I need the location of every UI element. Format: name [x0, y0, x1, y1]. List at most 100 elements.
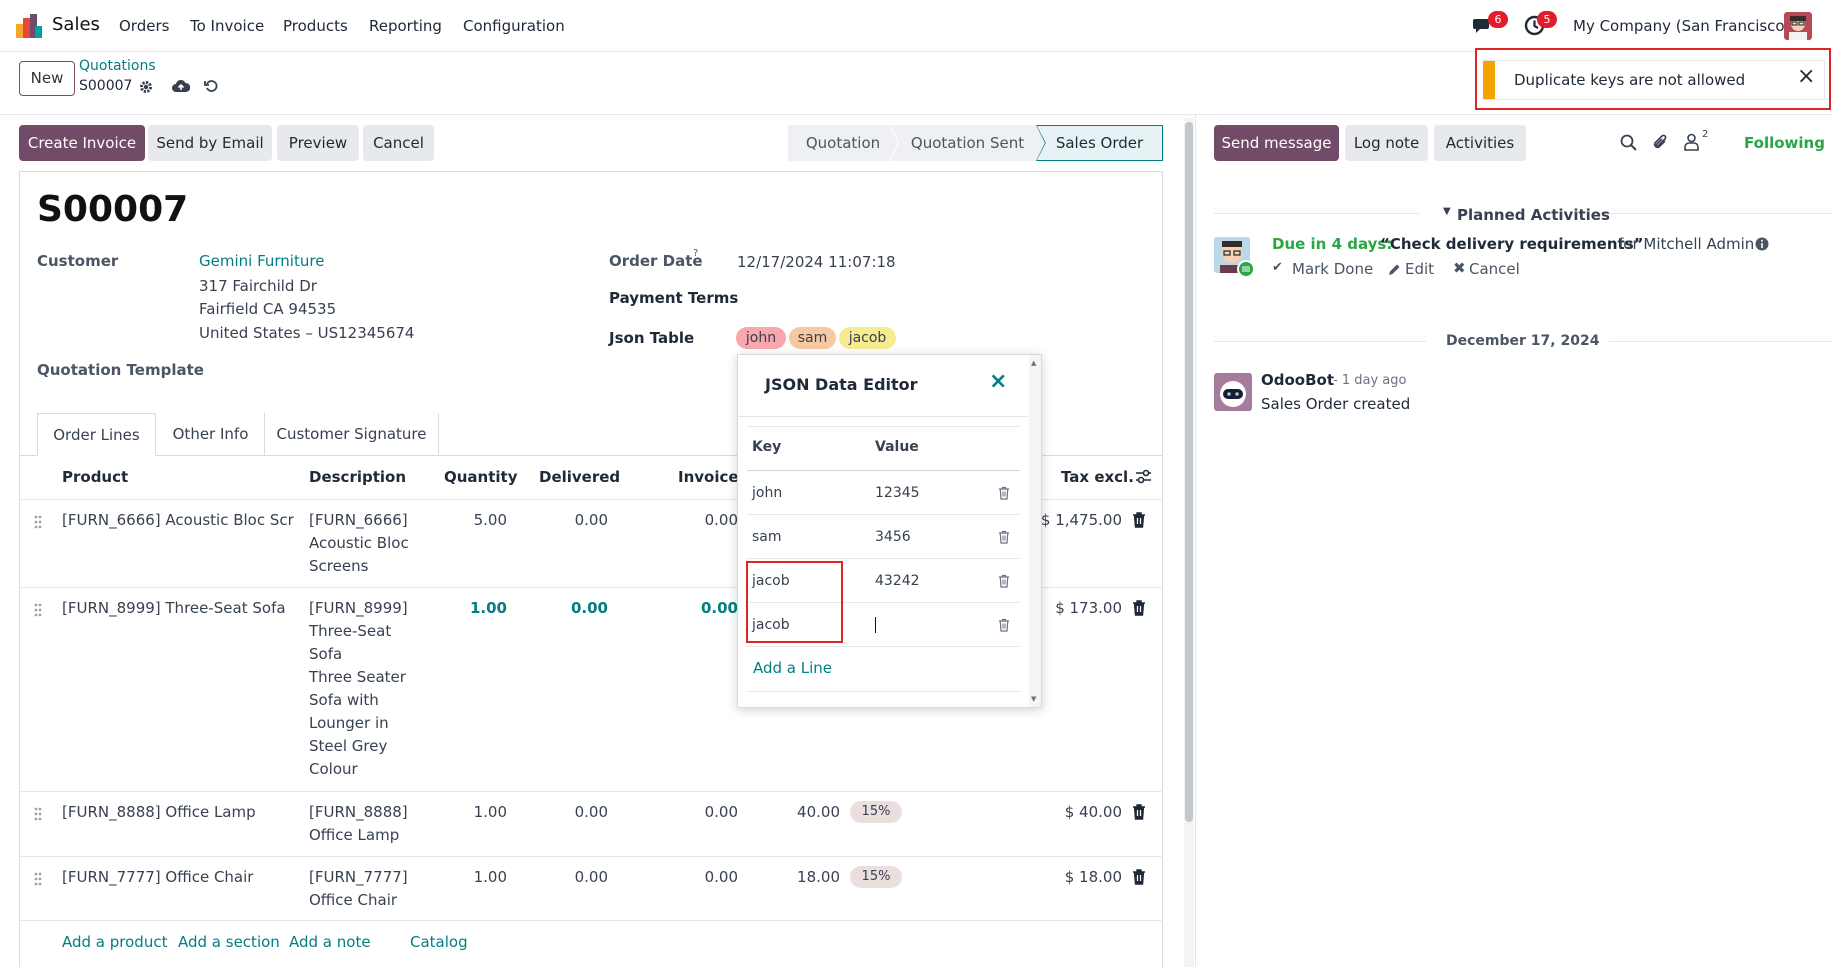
- trash-icon[interactable]: [998, 530, 1010, 544]
- row4-tax-tag[interactable]: 15%: [850, 866, 902, 888]
- col-product[interactable]: Product: [62, 468, 128, 486]
- col-tax-excl[interactable]: Tax excl.: [1061, 468, 1134, 486]
- json-tag-sam[interactable]: sam: [789, 327, 836, 349]
- tab-customer-signature[interactable]: Customer Signature: [265, 413, 439, 456]
- drag-handle-icon[interactable]: [33, 871, 43, 887]
- trash-icon[interactable]: [1132, 600, 1146, 616]
- row1-product[interactable]: [FURN_6666] Acoustic Bloc Scr…: [62, 509, 294, 532]
- json-row2-value[interactable]: 3456: [875, 526, 911, 549]
- add-product-link[interactable]: Add a product: [62, 933, 167, 951]
- row2-description-6[interactable]: Lounger in: [309, 712, 389, 735]
- following-button[interactable]: Following: [1744, 134, 1825, 152]
- user-avatar[interactable]: [1784, 12, 1812, 40]
- row3-invoiced[interactable]: 0.00: [670, 801, 738, 824]
- row1-delivered[interactable]: 0.00: [540, 509, 608, 532]
- row3-tax-tag[interactable]: 15%: [850, 801, 902, 823]
- stage-quotation-sent[interactable]: Quotation Sent: [890, 125, 1045, 161]
- json-row2-key[interactable]: sam: [752, 526, 782, 549]
- trash-icon[interactable]: [998, 618, 1010, 632]
- json-add-line-link[interactable]: Add a Line: [753, 659, 832, 677]
- catalog-link[interactable]: Catalog: [410, 933, 468, 951]
- row2-description-1[interactable]: [FURN_8999]: [309, 597, 408, 620]
- form-scrollbar-thumb[interactable]: [1185, 122, 1193, 822]
- drag-handle-icon[interactable]: [33, 602, 43, 618]
- gear-icon[interactable]: [139, 80, 153, 94]
- cancel-activity-link[interactable]: Cancel: [1469, 260, 1520, 278]
- activities-button[interactable]: Activities: [1434, 125, 1526, 161]
- row1-description-1[interactable]: [FURN_6666]: [309, 509, 408, 532]
- odoo-apps-icon[interactable]: [16, 14, 42, 38]
- trash-icon[interactable]: [1132, 869, 1146, 885]
- breadcrumb-quotations[interactable]: Quotations: [79, 58, 156, 74]
- row4-quantity[interactable]: 1.00: [440, 866, 507, 889]
- row1-description-2[interactable]: Acoustic Bloc: [309, 532, 409, 555]
- row4-description-1[interactable]: [FURN_7777]: [309, 866, 408, 889]
- trash-icon[interactable]: [998, 574, 1010, 588]
- send-by-email-button[interactable]: Send by Email: [148, 125, 272, 161]
- log-note-button[interactable]: Log note: [1345, 125, 1428, 161]
- message-author[interactable]: OdooBot: [1261, 371, 1334, 389]
- planned-activities-title[interactable]: Planned Activities: [1457, 206, 1610, 224]
- send-message-button[interactable]: Send message: [1214, 125, 1339, 161]
- order-date-value[interactable]: 12/17/2024 11:07:18: [737, 251, 896, 274]
- tab-order-lines[interactable]: Order Lines: [37, 413, 156, 456]
- row2-product[interactable]: [FURN_8999] Three-Seat Sofa: [62, 597, 286, 620]
- json-row3-value[interactable]: 43242: [875, 570, 920, 593]
- trash-icon[interactable]: [1132, 512, 1146, 528]
- company-switcher[interactable]: My Company (San Francisco): [1573, 17, 1790, 35]
- row1-quantity[interactable]: 5.00: [440, 509, 507, 532]
- row2-description-3[interactable]: Sofa: [309, 643, 342, 666]
- row2-quantity[interactable]: 1.00: [440, 597, 507, 620]
- row2-delivered[interactable]: 0.00: [540, 597, 608, 620]
- menu-orders[interactable]: Orders: [119, 17, 169, 35]
- save-cloud-icon[interactable]: [172, 79, 190, 93]
- info-icon[interactable]: [1755, 237, 1769, 251]
- json-row1-key[interactable]: john: [752, 482, 782, 505]
- drag-handle-icon[interactable]: [33, 806, 43, 822]
- col-description[interactable]: Description: [309, 468, 406, 486]
- menu-configuration[interactable]: Configuration: [463, 17, 565, 35]
- row2-description-5[interactable]: Sofa with: [309, 689, 379, 712]
- row2-description-8[interactable]: Colour: [309, 758, 358, 781]
- menu-reporting[interactable]: Reporting: [369, 17, 442, 35]
- menu-products[interactable]: Products: [283, 17, 348, 35]
- row2-description-2[interactable]: Three-Seat: [309, 620, 391, 643]
- row3-description-1[interactable]: [FURN_8888]: [309, 801, 408, 824]
- toast-close-button[interactable]: ×: [1797, 64, 1815, 89]
- row1-description-3[interactable]: Screens: [309, 555, 368, 578]
- popup-scrollbar[interactable]: [1029, 355, 1041, 707]
- menu-to-invoice[interactable]: To Invoice: [190, 17, 264, 35]
- row3-product[interactable]: [FURN_8888] Office Lamp: [62, 801, 256, 824]
- optional-columns-icon[interactable]: [1135, 469, 1152, 485]
- trash-icon[interactable]: [998, 486, 1010, 500]
- create-invoice-button[interactable]: Create Invoice: [19, 125, 145, 161]
- row4-invoiced[interactable]: 0.00: [670, 866, 738, 889]
- row3-unit-price[interactable]: 40.00: [770, 801, 840, 824]
- discard-undo-icon[interactable]: [204, 79, 218, 93]
- edit-activity-link[interactable]: Edit: [1405, 260, 1434, 278]
- search-icon[interactable]: [1620, 134, 1637, 151]
- app-name[interactable]: Sales: [52, 14, 100, 35]
- row4-unit-price[interactable]: 18.00: [770, 866, 840, 889]
- row3-description-2[interactable]: Office Lamp: [309, 824, 399, 847]
- row4-delivered[interactable]: 0.00: [540, 866, 608, 889]
- row4-description-2[interactable]: Office Chair: [309, 889, 397, 912]
- row2-description-7[interactable]: Steel Grey: [309, 735, 387, 758]
- add-note-link[interactable]: Add a note: [289, 933, 371, 951]
- stage-quotation[interactable]: Quotation: [788, 125, 898, 161]
- preview-button[interactable]: Preview: [277, 125, 359, 161]
- row3-delivered[interactable]: 0.00: [540, 801, 608, 824]
- tab-other-info[interactable]: Other Info: [157, 413, 265, 456]
- followers-icon[interactable]: [1684, 133, 1699, 151]
- add-section-link[interactable]: Add a section: [178, 933, 280, 951]
- mark-done-link[interactable]: Mark Done: [1292, 260, 1373, 278]
- json-row1-value[interactable]: 12345: [875, 482, 920, 505]
- json-editor-close-button[interactable]: ×: [989, 369, 1007, 394]
- col-quantity[interactable]: Quantity: [444, 468, 518, 486]
- json-tag-john[interactable]: john: [736, 327, 786, 349]
- customer-name-link[interactable]: Gemini Furniture: [199, 252, 324, 270]
- paperclip-icon[interactable]: [1652, 133, 1669, 152]
- row1-invoiced[interactable]: 0.00: [670, 509, 738, 532]
- trash-icon[interactable]: [1132, 804, 1146, 820]
- row4-product[interactable]: [FURN_7777] Office Chair: [62, 866, 253, 889]
